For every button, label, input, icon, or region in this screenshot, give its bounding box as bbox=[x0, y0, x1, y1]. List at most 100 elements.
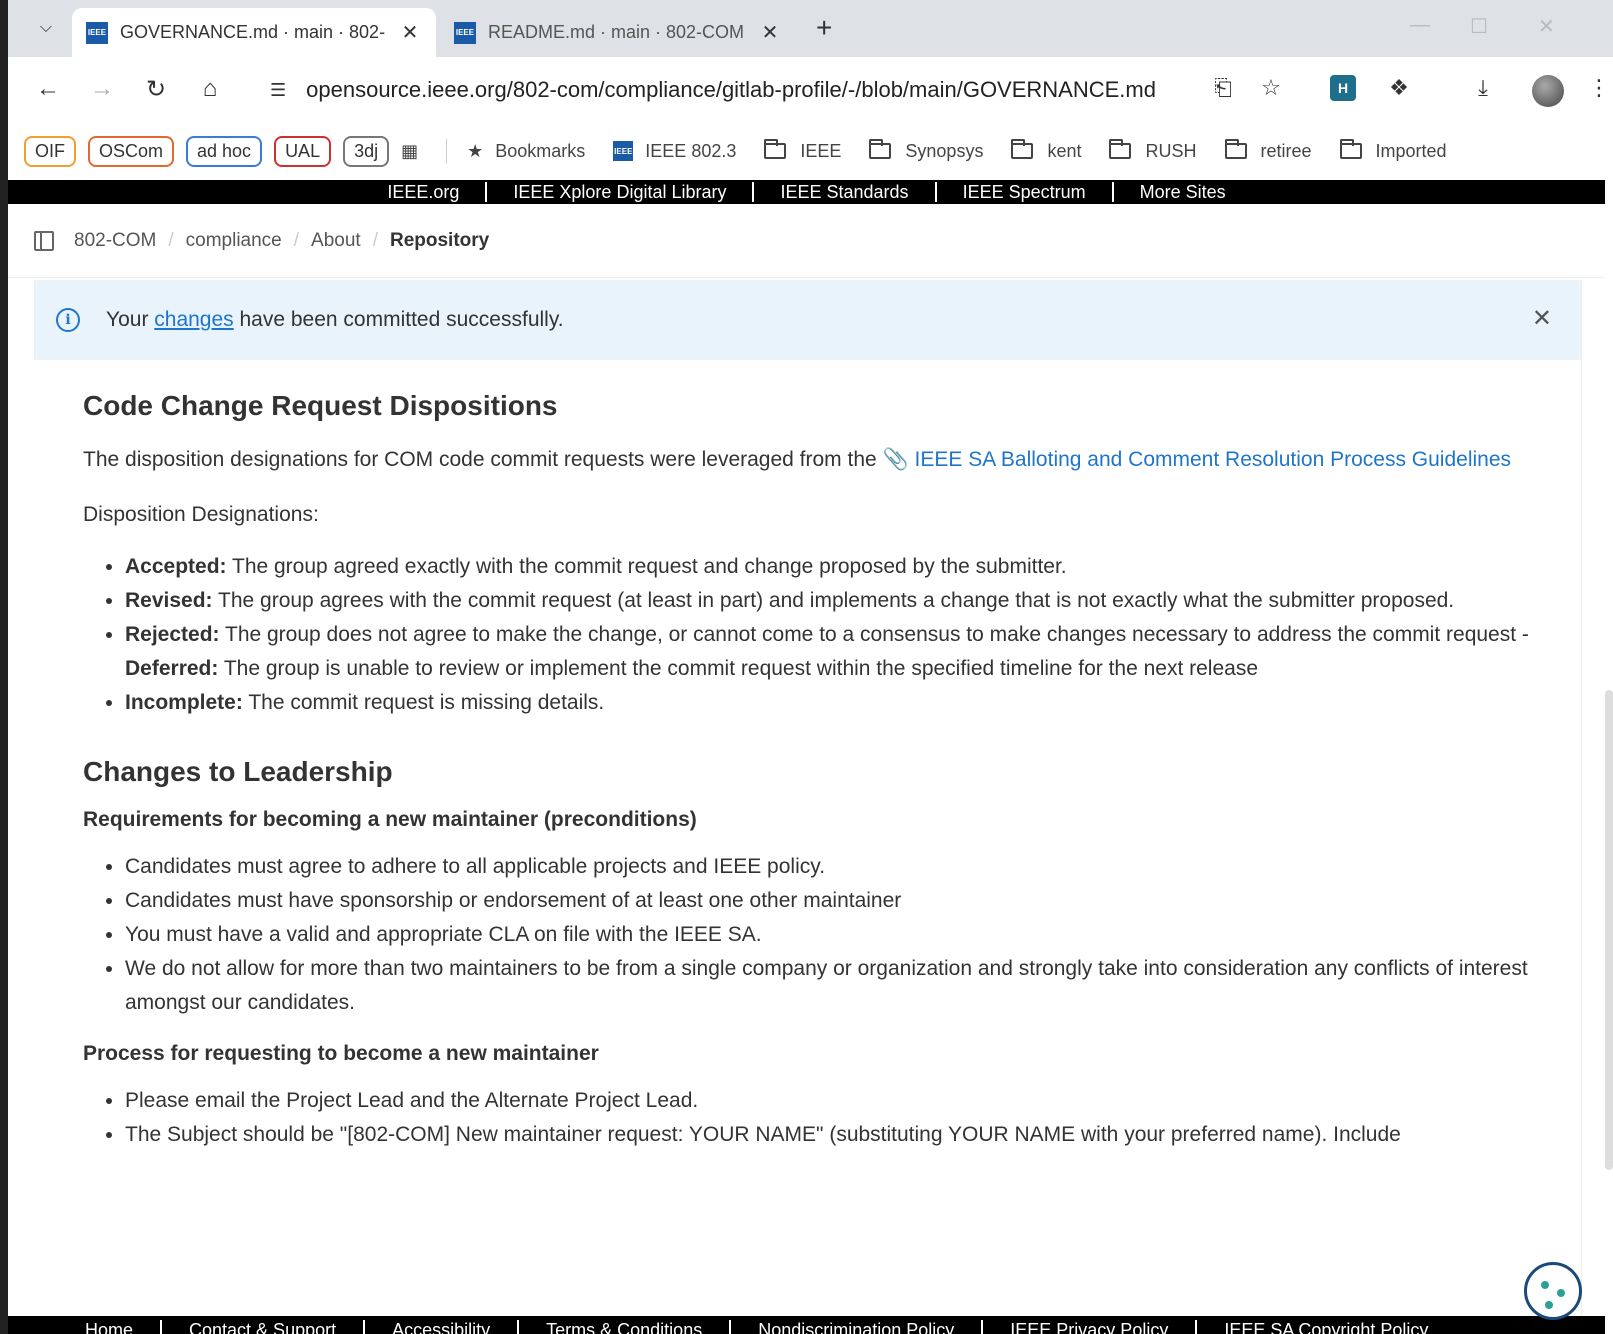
more-menu-icon[interactable]: ⋮ bbox=[1584, 75, 1613, 101]
bookmark-chip-oscom[interactable]: OSCom bbox=[88, 135, 175, 167]
tab-title: GOVERNANCE.md · main · 802- bbox=[120, 22, 386, 42]
browser-toolbar: ← → ↻ ⌂ ☰ opensource.ieee.org/802-com/co… bbox=[8, 57, 1613, 125]
list-item: Please email the Project Lead and the Al… bbox=[125, 1084, 1541, 1118]
folder-icon bbox=[1109, 139, 1132, 159]
folder-icon bbox=[1011, 139, 1034, 159]
back-arrow-icon[interactable]: ← bbox=[32, 75, 64, 103]
bookmarks-item[interactable]: ★ Bookmarks bbox=[467, 141, 585, 162]
extension-h-icon[interactable]: H bbox=[1330, 75, 1360, 101]
list-item: Rejected: The group does not agree to ma… bbox=[125, 618, 1541, 686]
dispositions-intro: The disposition designations for COM cod… bbox=[83, 448, 1512, 471]
home-icon[interactable]: ⌂ bbox=[194, 75, 226, 103]
install-app-icon[interactable]: ⎗ bbox=[1208, 75, 1238, 101]
footer-accessibility-link[interactable]: Accessibility bbox=[365, 1320, 520, 1334]
reload-icon[interactable]: ↻ bbox=[140, 75, 172, 104]
bookmark-chip-adhoc[interactable]: ad hoc bbox=[186, 135, 263, 167]
heading-code-change-request-dispositions: Code Change Request Dispositions bbox=[83, 390, 558, 421]
footer-contact-link[interactable]: Contact & Support bbox=[162, 1320, 366, 1334]
apps-grid-icon[interactable]: ▦ bbox=[401, 141, 418, 162]
breadcrumb-item-repository[interactable]: Repository bbox=[390, 230, 489, 252]
download-icon[interactable]: ⤓ bbox=[1468, 75, 1498, 101]
breadcrumb-separator: / bbox=[168, 229, 174, 251]
page-scrollbar[interactable] bbox=[1605, 690, 1613, 1170]
folder-icon bbox=[1224, 139, 1247, 159]
close-tab-icon[interactable]: ✕ bbox=[758, 20, 782, 45]
ieee-standards-link[interactable]: IEEE Standards bbox=[754, 182, 937, 202]
breadcrumb-item-802-com[interactable]: 802-COM bbox=[74, 230, 156, 252]
tab-search-chevron-icon[interactable]: ⌵ bbox=[28, 12, 64, 44]
list-item: Incomplete: The commit request is missin… bbox=[125, 686, 1541, 720]
alert-message: Your changes have been committed success… bbox=[106, 308, 564, 331]
designations-list: Accepted: The group agreed exactly with … bbox=[83, 550, 1541, 720]
breadcrumb-item-about[interactable]: About bbox=[311, 230, 361, 252]
extensions-puzzle-icon[interactable]: ❖ bbox=[1384, 75, 1414, 101]
folder-icon bbox=[869, 139, 892, 159]
footer-copyright-link[interactable]: IEEE SA Copyright Policy bbox=[1197, 1320, 1455, 1334]
forward-arrow-icon[interactable]: → bbox=[86, 75, 118, 103]
list-item: We do not allow for more than two mainta… bbox=[125, 952, 1541, 1020]
footer-home-link[interactable]: Home bbox=[58, 1320, 163, 1334]
bookmark-chip-oif[interactable]: OIF bbox=[24, 135, 76, 167]
address-bar[interactable]: ☰ opensource.ieee.org/802-com/compliance… bbox=[256, 67, 1306, 113]
minimize-icon[interactable]: — bbox=[1410, 14, 1430, 37]
bookmark-folder-ieee[interactable]: IEEE bbox=[764, 139, 841, 162]
tab-governance[interactable]: IEEE GOVERNANCE.md · main · 802- ✕ bbox=[72, 8, 436, 57]
bookmark-folder-synopsys[interactable]: Synopsys bbox=[869, 139, 983, 162]
list-item: Revised: The group agrees with the commi… bbox=[125, 584, 1541, 618]
footer-privacy-link[interactable]: IEEE Privacy Policy bbox=[983, 1320, 1198, 1334]
ieee-org-link[interactable]: IEEE.org bbox=[361, 182, 488, 202]
bookmark-folder-rush[interactable]: RUSH bbox=[1109, 139, 1197, 162]
more-sites-link[interactable]: More Sites bbox=[1114, 182, 1252, 202]
bookmark-star-icon[interactable]: ☆ bbox=[1256, 75, 1286, 101]
bookmark-ieee-8023[interactable]: IEEE IEEE 802.3 bbox=[613, 141, 736, 162]
ieee-favicon-icon: IEEE bbox=[613, 141, 634, 161]
tab-readme[interactable]: IEEE README.md · main · 802-COM ✕ bbox=[440, 8, 796, 57]
cookie-settings-icon[interactable] bbox=[1524, 1262, 1582, 1320]
breadcrumb-separator: / bbox=[293, 229, 300, 251]
heading-process: Process for requesting to become a new m… bbox=[83, 1042, 599, 1065]
ieee-sa-guidelines-link[interactable]: IEEE SA Balloting and Comment Resolution… bbox=[915, 448, 1511, 471]
ieee-spectrum-link[interactable]: IEEE Spectrum bbox=[937, 182, 1114, 202]
footer-nondiscrimination-link[interactable]: Nondiscrimination Policy bbox=[731, 1320, 984, 1334]
window-edge bbox=[0, 0, 8, 1334]
profile-avatar[interactable] bbox=[1532, 75, 1564, 107]
folder-icon bbox=[1339, 139, 1362, 159]
designations-label: Disposition Designations: bbox=[83, 503, 319, 526]
bookmarks-bar: OIF OSCom ad hoc UAL 3dj ▦ ★ Bookmarks IE… bbox=[8, 125, 1613, 177]
bookmark-chip-3dj[interactable]: 3dj bbox=[343, 135, 390, 167]
folder-icon bbox=[764, 139, 787, 159]
changes-link[interactable]: changes bbox=[154, 308, 233, 331]
process-list: Please email the Project Lead and the Al… bbox=[83, 1084, 1541, 1152]
markdown-content: Code Change Request Dispositions The dis… bbox=[34, 360, 1582, 1316]
breadcrumb: 802-COM / compliance / About / Repositor… bbox=[8, 204, 1605, 278]
heading-requirements: Requirements for becoming a new maintain… bbox=[83, 808, 697, 831]
breadcrumb-item-compliance[interactable]: compliance bbox=[186, 230, 282, 252]
footer-terms-link[interactable]: Terms & Conditions bbox=[519, 1320, 732, 1334]
heading-changes-to-leadership: Changes to Leadership bbox=[83, 756, 393, 787]
paperclip-icon: 📎 bbox=[882, 448, 915, 471]
window-close-icon[interactable]: ✕ bbox=[1538, 14, 1555, 39]
url-text[interactable]: opensource.ieee.org/802-com/compliance/g… bbox=[306, 77, 1156, 103]
ieee-favicon-icon: IEEE bbox=[86, 21, 108, 44]
tab-strip: ⌵ IEEE GOVERNANCE.md · main · 802- ✕ IEE… bbox=[8, 0, 1613, 57]
list-item: You must have a valid and appropriate CL… bbox=[125, 918, 1541, 952]
ieee-footer-nav: Home Contact & Support Accessibility Ter… bbox=[8, 1316, 1605, 1334]
ieee-favicon-icon: IEEE bbox=[454, 21, 476, 44]
breadcrumb-separator: / bbox=[372, 229, 378, 251]
star-icon: ★ bbox=[467, 140, 484, 161]
list-item: Accepted: The group agreed exactly with … bbox=[125, 550, 1541, 584]
maximize-icon[interactable]: ☐ bbox=[1470, 14, 1488, 39]
bookmark-chip-ual[interactable]: UAL bbox=[274, 135, 332, 167]
bookmark-folder-retiree[interactable]: retiree bbox=[1224, 139, 1312, 162]
sidebar-toggle-icon[interactable] bbox=[34, 230, 54, 251]
bookmark-folder-imported[interactable]: Imported bbox=[1339, 139, 1447, 162]
ieee-xplore-link[interactable]: IEEE Xplore Digital Library bbox=[487, 182, 755, 202]
dismiss-alert-icon[interactable]: ✕ bbox=[1532, 304, 1552, 333]
close-tab-icon[interactable]: ✕ bbox=[398, 20, 422, 45]
success-alert: i Your changes have been committed succe… bbox=[34, 280, 1582, 360]
site-settings-icon[interactable]: ☰ bbox=[270, 80, 286, 101]
bookmark-folder-kent[interactable]: kent bbox=[1011, 139, 1081, 162]
bookmark-separator bbox=[446, 139, 448, 163]
info-icon: i bbox=[56, 308, 80, 332]
new-tab-plus-icon[interactable]: + bbox=[816, 12, 832, 44]
